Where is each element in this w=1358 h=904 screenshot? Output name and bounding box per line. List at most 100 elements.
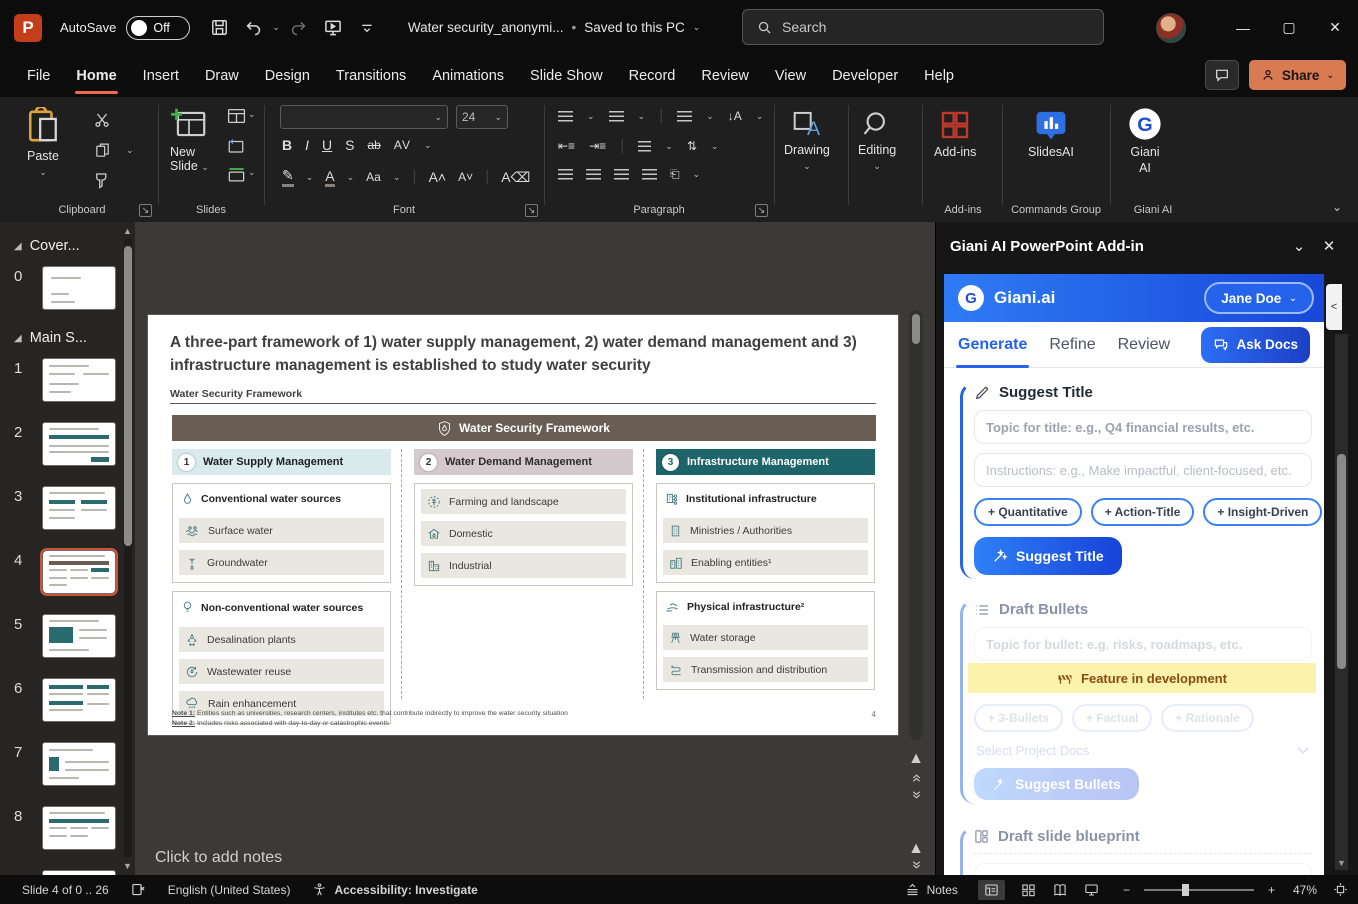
align-right-button[interactable]: [614, 169, 629, 180]
tab-file[interactable]: File: [14, 55, 63, 97]
normal-view-button[interactable]: [978, 880, 1005, 900]
next-slide-button[interactable]: [909, 788, 923, 802]
tab-insert[interactable]: Insert: [130, 55, 192, 97]
chip-rationale[interactable]: + Rationale: [1161, 704, 1253, 732]
zoom-slider-thumb[interactable]: [1182, 884, 1189, 896]
font-name-combobox[interactable]: ⌄: [280, 105, 448, 129]
bullets-topic-input[interactable]: [974, 627, 1312, 661]
font-size-combobox[interactable]: 24⌄: [456, 105, 508, 129]
customize-toolbar-button[interactable]: [352, 13, 382, 43]
pane-close-icon[interactable]: ✕: [1314, 237, 1344, 255]
text-shadow-button[interactable]: S: [345, 137, 354, 153]
editing-button[interactable]: Editing ⌄: [858, 109, 896, 172]
language-button[interactable]: English (United States): [168, 883, 291, 897]
slide-editor[interactable]: A three-part framework of 1) water suppl…: [148, 315, 898, 735]
tab-design[interactable]: Design: [252, 55, 323, 97]
slide-sorter-button[interactable]: [1021, 883, 1036, 897]
list-item[interactable]: Wastewater reuse: [179, 659, 384, 684]
slide-thumbnail-6[interactable]: 6: [14, 678, 135, 722]
reset-slide-button[interactable]: [224, 135, 248, 157]
increase-indent-button[interactable]: ⇥≡: [589, 139, 606, 153]
notes-placeholder[interactable]: Click to add notes: [155, 849, 282, 867]
copy-button[interactable]: [90, 139, 114, 161]
autosave-toggle[interactable]: Off: [126, 16, 190, 40]
highlight-color-button[interactable]: ✎: [282, 167, 294, 187]
canvas-scrollbar-thumb[interactable]: [912, 314, 920, 344]
slide-thumbnail-0[interactable]: 0: [14, 266, 135, 310]
blueprint-topic-input[interactable]: [974, 863, 1312, 875]
slide-thumbnail-4-selected[interactable]: 4: [14, 550, 135, 594]
pane-scroll-down-icon[interactable]: ▼: [1335, 858, 1348, 868]
thumb-scrollbar-thumb[interactable]: [124, 246, 132, 546]
list-item[interactable]: Surface water: [179, 518, 384, 543]
spellcheck-button[interactable]: [131, 882, 146, 897]
addins-button[interactable]: Add-ins: [934, 109, 976, 159]
clipboard-dialog-launcher[interactable]: ↘: [139, 204, 152, 217]
clear-formatting-button[interactable]: A⌫: [501, 169, 530, 186]
user-menu-button[interactable]: Jane Doe⌄: [1204, 282, 1314, 314]
search-input[interactable]: Search: [742, 9, 1104, 45]
institutional-box[interactable]: Institutional infrastructure Ministries …: [656, 483, 875, 583]
slide-thumbnail-3[interactable]: 3: [14, 486, 135, 530]
title-dropdown-chevron-icon[interactable]: ⌄: [693, 22, 701, 33]
chip-insight-driven[interactable]: + Insight-Driven: [1203, 498, 1322, 526]
list-item[interactable]: Enabling entities¹: [663, 550, 868, 575]
zoom-out-button[interactable]: −: [1123, 883, 1130, 897]
slide-subtitle[interactable]: Water Security Framework: [170, 388, 302, 400]
line-spacing-chevron-icon[interactable]: ⌄: [706, 111, 714, 122]
format-painter-button[interactable]: [90, 169, 114, 191]
save-button[interactable]: [204, 13, 234, 43]
section-collapse-icon[interactable]: ◢: [14, 333, 22, 344]
canvas-scrollbar[interactable]: [909, 310, 923, 740]
copy-dropdown-chevron-icon[interactable]: ⌄: [126, 145, 134, 156]
paragraph-dialog-launcher[interactable]: ↘: [755, 204, 768, 217]
scroll-up-icon[interactable]: ▲: [909, 752, 923, 766]
character-spacing-button[interactable]: AV: [394, 138, 411, 152]
framework-banner[interactable]: Water Security Framework: [172, 415, 876, 441]
slideshow-view-button[interactable]: [1084, 883, 1099, 897]
thumbnail-scrollbar[interactable]: ▲ ▼: [122, 224, 133, 873]
column1-header[interactable]: 1Water Supply Management: [172, 449, 391, 475]
columns-chevron-icon[interactable]: ⌄: [665, 141, 673, 152]
list-item[interactable]: Domestic: [421, 521, 626, 546]
fit-slide-button[interactable]: [1333, 882, 1348, 897]
conventional-sources-box[interactable]: Conventional water sources Surface water…: [172, 483, 391, 583]
tab-view[interactable]: View: [762, 55, 819, 97]
section-header-main[interactable]: ◢Main S...: [14, 330, 135, 346]
pane-scrollbar-thumb[interactable]: [1337, 454, 1346, 669]
pane-menu-chevron-icon[interactable]: ⌄: [1284, 237, 1314, 255]
tab-review[interactable]: Review: [1118, 322, 1170, 368]
powerpoint-logo-icon[interactable]: P: [14, 14, 42, 42]
user-avatar[interactable]: [1156, 13, 1186, 43]
decrease-indent-button[interactable]: ⇤≡: [558, 139, 575, 153]
pane-collapse-handle[interactable]: <: [1326, 284, 1342, 330]
list-item[interactable]: Groundwater: [179, 550, 384, 575]
title-instructions-input[interactable]: [974, 453, 1312, 487]
tab-record[interactable]: Record: [616, 55, 689, 97]
align-text-button[interactable]: ⇅: [687, 139, 697, 153]
layout-chevron-icon[interactable]: ⌄: [248, 109, 256, 120]
slide-thumbnail-8[interactable]: 8: [14, 806, 135, 850]
tab-transitions[interactable]: Transitions: [323, 55, 419, 97]
section-button[interactable]: [224, 163, 248, 185]
column2-header[interactable]: 2Water Demand Management: [414, 449, 633, 475]
title-topic-input[interactable]: [974, 410, 1312, 444]
undo-button[interactable]: [238, 13, 268, 43]
shrink-font-button[interactable]: A˅: [458, 170, 473, 184]
slide-counter[interactable]: Slide 4 of 0 .. 26: [22, 883, 109, 897]
slide-layout-button[interactable]: [224, 105, 248, 127]
maximize-button[interactable]: ▢: [1266, 0, 1312, 55]
notes-scroll-up-icon[interactable]: ▲: [909, 842, 923, 856]
slide-thumbnail-5[interactable]: 5: [14, 614, 135, 658]
columns-button[interactable]: [638, 141, 651, 152]
font-color-button[interactable]: A: [325, 168, 334, 187]
start-slideshow-button[interactable]: [318, 13, 348, 43]
close-button[interactable]: ✕: [1312, 0, 1358, 55]
comments-button[interactable]: [1205, 60, 1239, 90]
list-item[interactable]: Water storage: [663, 625, 868, 650]
drawing-button[interactable]: A Drawing ⌄: [784, 109, 830, 172]
font-dialog-launcher[interactable]: ↘: [525, 204, 538, 217]
align-left-button[interactable]: [558, 169, 573, 180]
change-case-button[interactable]: Aa: [366, 170, 381, 184]
thumb-scroll-down-icon[interactable]: ▼: [122, 861, 133, 871]
